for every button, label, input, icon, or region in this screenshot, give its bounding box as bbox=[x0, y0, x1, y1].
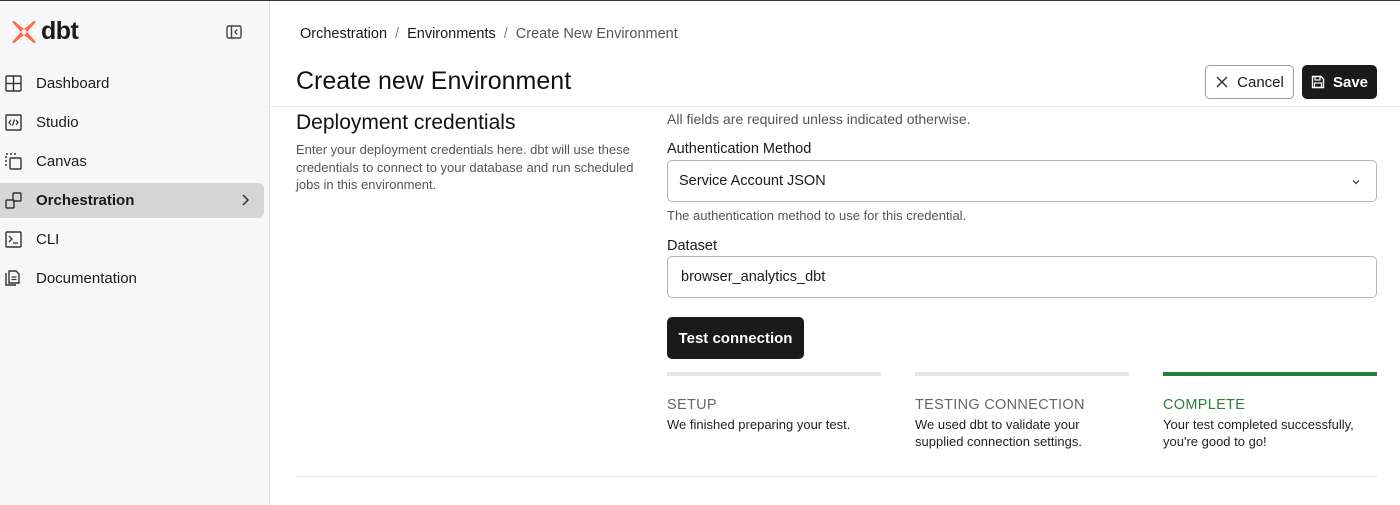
section-title: Deployment credentials bbox=[296, 111, 516, 134]
breadcrumb-environments[interactable]: Environments bbox=[407, 26, 496, 42]
terminal-icon bbox=[5, 231, 22, 248]
step-progress-bar bbox=[667, 372, 881, 376]
sidebar-item-orchestration[interactable]: Orchestration bbox=[0, 183, 264, 218]
canvas-icon bbox=[5, 153, 22, 170]
step-setup: SETUP We finished preparing your test. bbox=[667, 372, 881, 433]
step-title: SETUP bbox=[667, 397, 717, 413]
orchestration-icon bbox=[5, 192, 22, 209]
sidebar-item-label: Orchestration bbox=[36, 192, 135, 209]
auth-method-value: Service Account JSON bbox=[679, 173, 826, 189]
breadcrumb-separator: / bbox=[395, 26, 400, 42]
test-connection-button[interactable]: Test connection bbox=[667, 317, 804, 359]
sidebar-item-cli[interactable]: CLI bbox=[0, 222, 264, 257]
sidebar-item-label: CLI bbox=[36, 231, 60, 248]
dbt-logo-icon bbox=[12, 20, 36, 43]
page-title: Create new Environment bbox=[296, 67, 572, 95]
sidebar-item-studio[interactable]: Studio bbox=[0, 105, 264, 140]
sidebar-nav: Dashboard Studio Canvas Orchestration CL… bbox=[0, 66, 270, 300]
save-button[interactable]: Save bbox=[1302, 65, 1377, 99]
dataset-label: Dataset bbox=[667, 238, 717, 254]
dbt-logo[interactable]: dbt bbox=[10, 17, 79, 46]
required-fields-note: All fields are required unless indicated… bbox=[667, 111, 971, 127]
documentation-icon bbox=[5, 270, 20, 286]
save-icon bbox=[1311, 75, 1325, 89]
breadcrumb-current: Create New Environment bbox=[515, 26, 678, 42]
step-title: COMPLETE bbox=[1163, 397, 1246, 413]
cancel-button[interactable]: Cancel bbox=[1205, 65, 1294, 99]
section-description: Enter your deployment credentials here. … bbox=[296, 142, 634, 192]
collapse-sidebar-icon[interactable] bbox=[226, 25, 242, 39]
step-title: TESTING CONNECTION bbox=[915, 397, 1085, 413]
step-progress-bar bbox=[1163, 372, 1377, 376]
sidebar-item-label: Dashboard bbox=[36, 75, 110, 92]
step-testing-connection: TESTING CONNECTION We used dbt to valida… bbox=[915, 372, 1129, 450]
save-button-label: Save bbox=[1332, 73, 1369, 91]
sidebar-item-documentation[interactable]: Documentation bbox=[0, 261, 264, 296]
sidebar-item-label: Studio bbox=[36, 114, 79, 131]
brand-name: dbt bbox=[41, 17, 79, 45]
breadcrumb: Orchestration / Environments / Create Ne… bbox=[300, 26, 678, 42]
header-divider bbox=[270, 106, 1400, 107]
sidebar-item-dashboard[interactable]: Dashboard bbox=[0, 66, 264, 101]
breadcrumb-orchestration[interactable]: Orchestration bbox=[300, 26, 387, 42]
breadcrumb-separator: / bbox=[503, 26, 508, 42]
close-icon bbox=[1216, 76, 1228, 88]
sidebar: dbt Dashboard Studio Canvas Orchestratio… bbox=[0, 1, 270, 505]
sidebar-item-label: Canvas bbox=[36, 153, 87, 170]
sidebar-item-canvas[interactable]: Canvas bbox=[0, 144, 264, 179]
dashboard-icon bbox=[5, 75, 22, 92]
step-progress-bar bbox=[915, 372, 1129, 376]
auth-method-label: Authentication Method bbox=[667, 141, 812, 157]
step-description: We finished preparing your test. bbox=[667, 417, 851, 432]
auth-method-select[interactable]: Service Account JSON bbox=[667, 160, 1377, 202]
section-divider bbox=[296, 476, 1377, 477]
chevron-down-icon bbox=[1352, 180, 1360, 185]
code-icon bbox=[5, 114, 22, 131]
sidebar-item-label: Documentation bbox=[36, 270, 137, 287]
chevron-right-icon bbox=[242, 194, 250, 206]
step-complete: COMPLETE Your test completed successfull… bbox=[1163, 372, 1377, 450]
dataset-input[interactable] bbox=[667, 256, 1377, 298]
step-description: We used dbt to validate your supplied co… bbox=[915, 417, 1082, 449]
auth-method-help: The authentication method to use for thi… bbox=[667, 208, 967, 223]
step-description: Your test completed successfully, you're… bbox=[1163, 417, 1354, 449]
cancel-button-label: Cancel bbox=[1237, 73, 1284, 91]
